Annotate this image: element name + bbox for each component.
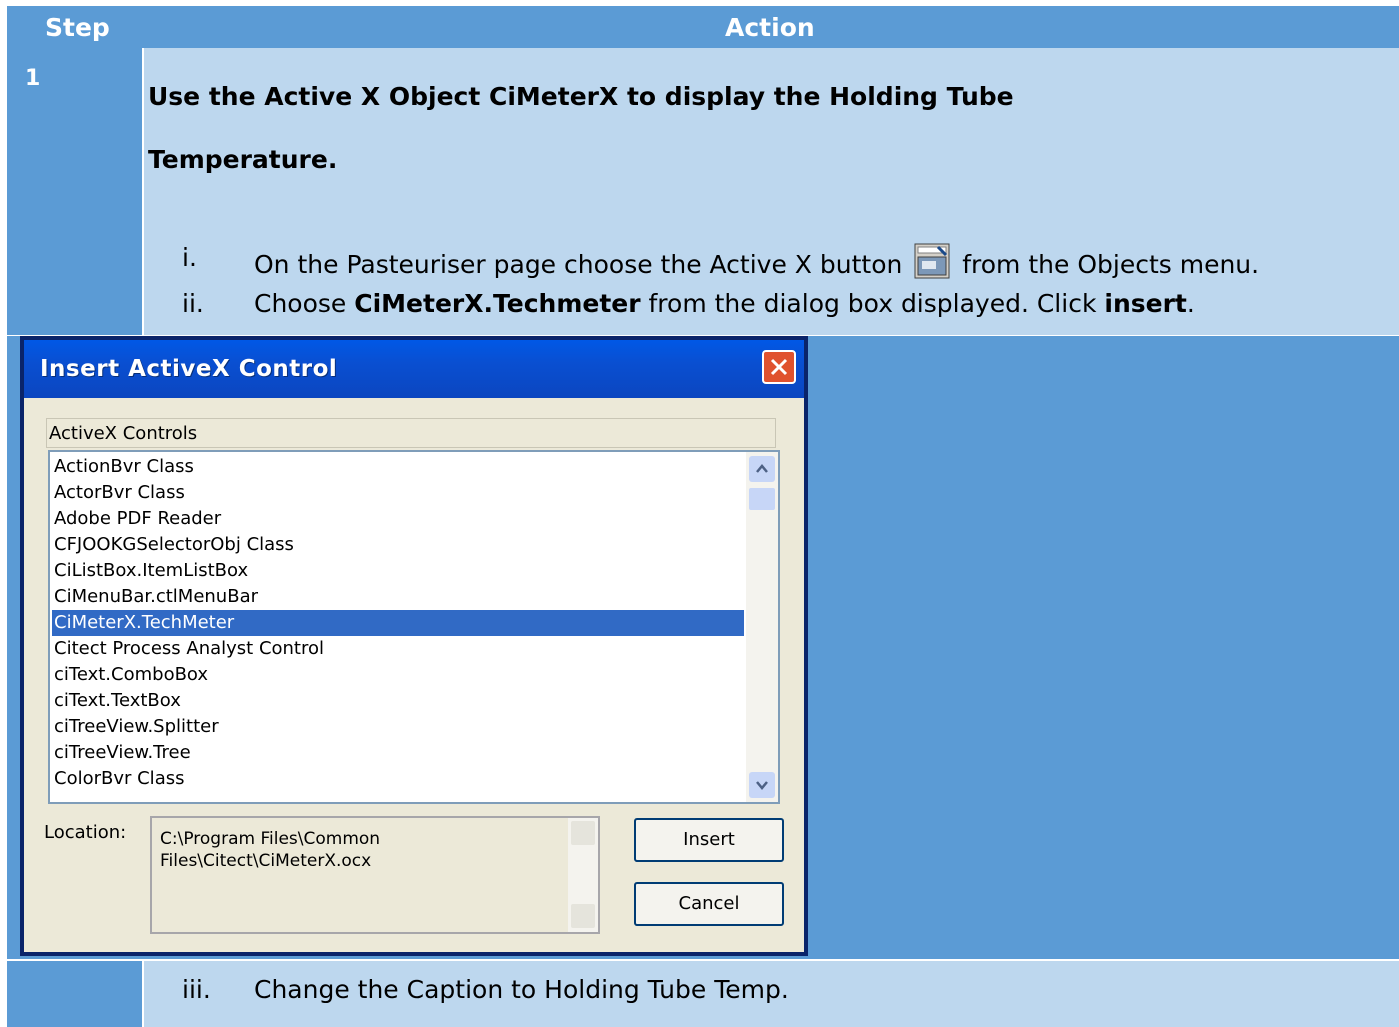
step-title-line2: Temperature. — [148, 145, 338, 174]
scroll-up-icon — [756, 464, 768, 473]
activex-button-icon — [914, 243, 950, 279]
location-field[interactable]: C:\Program Files\Common Files\Citect\CiM… — [150, 816, 600, 934]
controls-listbox[interactable]: ActionBvr Class ActorBvr Class Adobe PDF R… — [48, 450, 780, 804]
list-item[interactable]: Citect Process Analyst Control — [52, 636, 744, 662]
header-step: Step — [45, 13, 110, 42]
dialog-title: Insert ActiveX Control — [40, 356, 338, 382]
location-scrollbar[interactable] — [568, 818, 598, 932]
instruction-i: On the Pasteuriser page choose the Activ… — [254, 243, 1259, 279]
list-item[interactable]: ciText.TextBox — [52, 688, 744, 714]
list-item[interactable]: CiMeterX.TechMeter — [52, 610, 744, 636]
scroll-up-button[interactable] — [749, 456, 775, 482]
insert-button[interactable]: Insert — [634, 818, 784, 862]
instruction-i-before: On the Pasteuriser page choose the Activ… — [254, 250, 903, 279]
list-item[interactable]: Adobe PDF Reader — [52, 506, 744, 532]
dialog-titlebar[interactable]: Insert ActiveX Control — [24, 340, 804, 398]
insert-activex-dialog: Insert ActiveX Control ActiveX Controls … — [20, 336, 808, 956]
listbox-scrollbar[interactable] — [746, 452, 778, 802]
list-item[interactable]: CiListBox.ItemListBox — [52, 558, 744, 584]
footer-step-cell — [7, 961, 142, 1027]
list-item[interactable]: ciText.ComboBox — [52, 662, 744, 688]
close-button[interactable] — [762, 350, 796, 384]
location-label: Location: — [44, 822, 127, 843]
list-item[interactable]: ciTreeView.Splitter — [52, 714, 744, 740]
scroll-thumb[interactable] — [749, 488, 775, 510]
footer-action-cell: iii. Change the Caption to Holding Tube … — [144, 961, 1399, 1027]
dialog-body: ActiveX Controls ActionBvr Class ActorBvr… — [24, 398, 804, 952]
list-item[interactable]: ciTreeView.Tree — [52, 740, 744, 766]
cancel-button[interactable]: Cancel — [634, 882, 784, 926]
action-cell: Use the Active X Object CiMeterX to disp… — [144, 48, 1399, 335]
instruction-ii-mid: from the dialog box displayed. Click — [640, 289, 1105, 318]
close-icon — [770, 358, 788, 376]
instruction-ii-pre: Choose — [254, 289, 355, 318]
location-scroll-up[interactable] — [571, 821, 595, 845]
instruction-ii-bold2: insert — [1104, 289, 1187, 318]
instruction-ii-post: . — [1186, 289, 1195, 318]
activex-controls-header: ActiveX Controls — [46, 418, 776, 448]
instruction-i-after: from the Objects menu. — [962, 250, 1260, 279]
header-action: Action — [725, 13, 815, 42]
list-item[interactable]: CiMenuBar.ctlMenuBar — [52, 584, 744, 610]
list-item[interactable]: ColorBvr Class — [52, 766, 744, 792]
instruction-table: Step Action 1 Use the Active X Object Ci… — [7, 6, 1399, 1027]
instruction-ii-bold1: CiMeterX.Techmeter — [354, 289, 641, 318]
table-header: Step Action — [7, 6, 1399, 48]
scroll-down-icon — [756, 781, 768, 790]
numeral-iii: iii. — [182, 975, 211, 1004]
numeral-ii: ii. — [182, 289, 204, 318]
location-scroll-down[interactable] — [571, 904, 595, 928]
step-cell: 1 — [7, 48, 142, 335]
scroll-down-button[interactable] — [749, 772, 775, 798]
list-item[interactable]: ActorBvr Class — [52, 480, 744, 506]
numeral-i: i. — [182, 243, 197, 272]
location-value: C:\Program Files\Common Files\Citect\CiM… — [160, 829, 381, 871]
step-title-line1: Use the Active X Object CiMeterX to disp… — [148, 82, 1014, 111]
instruction-ii: Choose CiMeterX.Techmeter from the dialo… — [254, 289, 1195, 318]
instruction-iii: Change the Caption to Holding Tube Temp. — [254, 975, 789, 1004]
list-item[interactable]: CFJOOKGSelectorObj Class — [52, 532, 744, 558]
step-number: 1 — [25, 66, 41, 91]
list-item[interactable]: ActionBvr Class — [52, 454, 744, 480]
